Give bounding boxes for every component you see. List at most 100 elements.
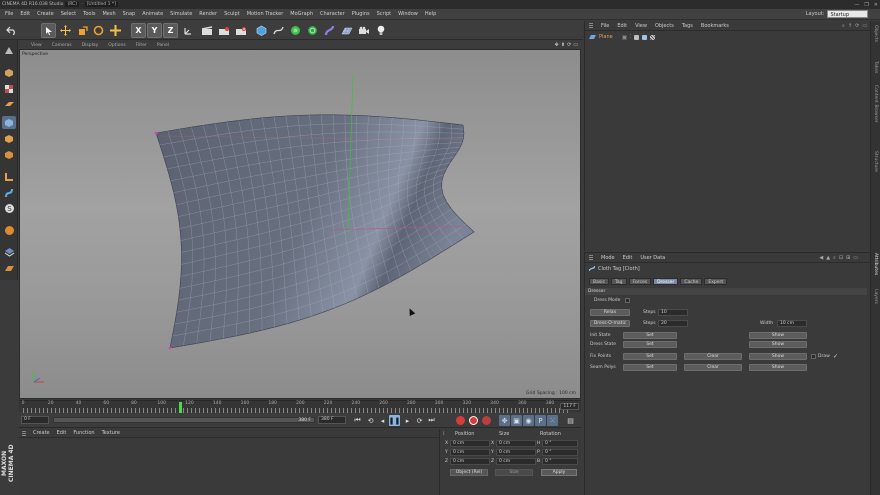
layer-button[interactable]	[2, 245, 16, 258]
record-active-objects-icon[interactable]	[456, 416, 465, 425]
am-lock-icon[interactable]: ⊡	[839, 255, 843, 261]
seam-polys-clear-button[interactable]: Clear	[684, 364, 742, 371]
side-tab-content-browser[interactable]: Content Browser	[873, 85, 878, 123]
menu-edit[interactable]: Edit	[20, 11, 30, 17]
next-key-button[interactable]: ⟳	[414, 415, 425, 426]
menu-motion-tracker[interactable]: Motion Tracker	[247, 11, 284, 17]
render-view-button[interactable]	[199, 23, 214, 38]
pause-button[interactable]: ❚❚	[389, 415, 400, 426]
start-frame-field[interactable]: 0 F	[21, 416, 49, 424]
z-axis-button[interactable]: Z	[163, 23, 178, 38]
tab-expert[interactable]: Expert	[704, 278, 728, 285]
cloth-tag-icon[interactable]	[634, 34, 640, 40]
snap-button[interactable]: S	[2, 202, 16, 215]
layer-chip[interactable]	[621, 34, 627, 40]
subdivision-surface-button[interactable]	[288, 23, 303, 38]
perspective-viewport[interactable]: Perspective Grid Spacing : 100 cm	[19, 49, 581, 399]
move-tool-button[interactable]	[58, 23, 73, 38]
autokeying-icon[interactable]	[469, 416, 478, 425]
om-search-icon[interactable]: ⌕	[842, 23, 845, 29]
menu-script[interactable]: Script	[377, 11, 392, 17]
am-menu-edit[interactable]: Edit	[623, 255, 633, 261]
tab-basic[interactable]: Basic	[589, 278, 609, 285]
menu-simulate[interactable]: Simulate	[170, 11, 192, 17]
rotation-h-field[interactable]: 0 °	[542, 440, 578, 447]
init-state-set-button[interactable]: Set	[623, 332, 677, 339]
am-new-icon[interactable]: ⊞	[846, 255, 850, 261]
menu-snap[interactable]: Snap	[123, 11, 136, 17]
om-menu-file[interactable]: File	[601, 23, 609, 29]
apply-button[interactable]: Apply	[541, 469, 577, 476]
fix-points-clear-button[interactable]: Clear	[684, 353, 742, 360]
texture-tag-icon[interactable]	[650, 34, 656, 40]
viewport-menu-options[interactable]: Options	[108, 43, 125, 48]
seam-polys-set-button[interactable]: Set	[623, 364, 677, 371]
dress-mode-checkbox[interactable]	[625, 298, 630, 303]
width-field[interactable]: 10 cm	[777, 320, 807, 327]
close-icon[interactable]: ✕	[874, 2, 878, 8]
side-tab-structure[interactable]: Structure	[873, 151, 878, 172]
panel-grip-icon[interactable]	[22, 430, 26, 436]
viewport-menu-view[interactable]: View	[31, 43, 42, 48]
tab-tag[interactable]: Tag	[610, 278, 627, 285]
viewport-layout-icon[interactable]: ▭	[573, 42, 578, 48]
workplane-button[interactable]	[2, 98, 16, 111]
rotate-tool-button[interactable]	[91, 23, 106, 38]
playhead[interactable]	[179, 402, 182, 413]
panel-grip-icon[interactable]	[589, 255, 593, 260]
live-selection-button[interactable]	[41, 23, 56, 38]
layout-dropdown[interactable]: Startup	[827, 10, 868, 18]
side-tab-objects[interactable]: Objects	[873, 25, 878, 42]
om-layout-icon[interactable]: ▭	[862, 23, 867, 29]
menu-file[interactable]: File	[5, 11, 13, 17]
menu-select[interactable]: Select	[61, 11, 76, 17]
timeline-menu-button[interactable]: ▤	[565, 415, 576, 426]
preview-range-slider[interactable]: 380 F	[53, 417, 315, 423]
side-tab-takes[interactable]: Takes	[873, 61, 878, 73]
am-menu-user-data[interactable]: User Data	[640, 255, 665, 261]
menu-mograph[interactable]: MoGraph	[290, 11, 313, 17]
viewport-menu-cameras[interactable]: Cameras	[52, 43, 72, 48]
current-frame-field[interactable]: 117 F	[560, 403, 579, 410]
parameter-key-button[interactable]: P	[535, 415, 546, 426]
menu-window[interactable]: Window	[398, 11, 418, 17]
position-y-field[interactable]: 0 cm	[450, 449, 490, 456]
menu-create[interactable]: Create	[37, 11, 54, 17]
viewport-menu-panel[interactable]: Panel	[157, 43, 169, 48]
viewport-menu-filter[interactable]: Filter	[136, 43, 147, 48]
floor-snap-button[interactable]	[2, 262, 16, 275]
dress-o-matic-button[interactable]: Dress-O-matic	[590, 320, 630, 327]
recent-tools-button[interactable]	[108, 23, 123, 38]
cloth-nurbs-tag-icon[interactable]	[642, 34, 648, 40]
menu-render[interactable]: Render	[199, 11, 217, 17]
menu-character[interactable]: Character	[320, 11, 345, 17]
menu-help[interactable]: Help	[425, 11, 436, 17]
draw-checkmark-icon[interactable]: ✓	[833, 353, 838, 360]
material-menu-texture[interactable]: Texture	[102, 430, 120, 436]
make-editable-button[interactable]	[2, 44, 16, 57]
go-to-start-button[interactable]: ⏮	[352, 415, 363, 426]
dress-steps-field[interactable]: 20	[658, 320, 688, 327]
model-mode-button[interactable]	[2, 66, 16, 79]
edges-mode-button[interactable]	[2, 132, 16, 145]
menu-tools[interactable]: Tools	[83, 11, 95, 17]
point-level-key-button[interactable]: ⁙	[547, 415, 558, 426]
go-to-end-button[interactable]: ⏭	[426, 415, 437, 426]
side-tab-layers[interactable]: Layers	[873, 289, 878, 304]
relax-steps-field[interactable]: 10	[658, 309, 688, 316]
draw-checkbox[interactable]	[811, 354, 816, 359]
scale-key-button[interactable]: ▣	[511, 415, 522, 426]
axis-mode-button[interactable]	[2, 170, 16, 183]
maximize-icon[interactable]: ❐	[864, 2, 868, 8]
rotation-b-field[interactable]: 0 °	[542, 458, 578, 465]
light-button[interactable]	[373, 23, 388, 38]
floor-button[interactable]	[339, 23, 354, 38]
seam-polys-show-button[interactable]: Show	[749, 364, 807, 371]
zoom-icon[interactable]: ⬍	[561, 42, 565, 48]
coord-grip-icon[interactable]: ⁞	[443, 431, 445, 437]
fix-points-show-button[interactable]: Show	[749, 353, 807, 360]
position-x-field[interactable]: 0 cm	[450, 440, 490, 447]
am-back-icon[interactable]: ◀	[819, 255, 823, 261]
minimize-icon[interactable]: —	[854, 2, 859, 8]
scale-tool-button[interactable]	[75, 23, 90, 38]
